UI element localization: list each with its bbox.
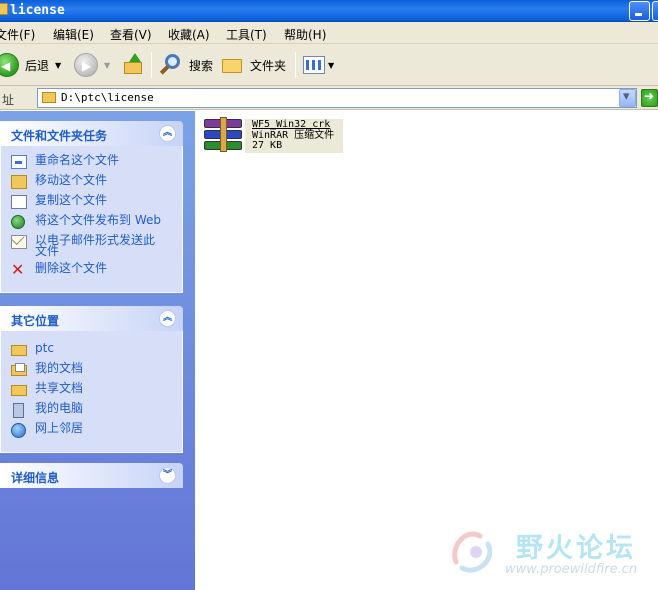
task-label: 将这个文件发布到 Web bbox=[35, 213, 161, 227]
details-panel: 详细信息 ︾ bbox=[0, 463, 183, 488]
toolbar-separator bbox=[151, 52, 152, 78]
web-publish-icon bbox=[11, 215, 25, 229]
expand-icon[interactable]: ︾ bbox=[159, 467, 176, 484]
place-my-computer[interactable]: 我的电脑 bbox=[1, 400, 182, 420]
task-label: 重命名这个文件 bbox=[35, 153, 120, 167]
menu-favorites[interactable]: 收藏(A) bbox=[168, 26, 210, 43]
file-item[interactable]: WF5_Win32_crk WinRAR 压缩文件 27 KB bbox=[202, 117, 343, 155]
panel-body: 重命名这个文件 移动这个文件 复制这个文件 将这个文件发布到 Web 以电子邮件… bbox=[0, 146, 183, 293]
search-label: 搜索 bbox=[189, 58, 214, 73]
minimize-button[interactable] bbox=[629, 1, 650, 21]
address-path: D:\ptc\license bbox=[61, 91, 154, 104]
menu-edit[interactable]: 编辑(E) bbox=[53, 26, 94, 43]
place-shared-documents[interactable]: 共享文档 bbox=[1, 380, 182, 400]
watermark: 野火论坛 www.proewildfire.cn bbox=[446, 520, 658, 586]
collapse-icon[interactable]: ︽ bbox=[159, 310, 176, 327]
rename-icon bbox=[11, 155, 27, 169]
panel-header[interactable]: 其它位置 ︽ bbox=[0, 306, 183, 331]
search-icon bbox=[159, 53, 183, 77]
panel-body: ptc 我的文档 共享文档 我的电脑 网上邻居 bbox=[0, 331, 183, 453]
file-name: WF5_Win32_crk bbox=[252, 119, 331, 130]
address-bar: 址 D:\ptc\license bbox=[0, 86, 658, 110]
task-publish-web[interactable]: 将这个文件发布到 Web bbox=[1, 212, 182, 232]
place-ptc[interactable]: ptc bbox=[1, 340, 182, 360]
file-list-view[interactable]: WF5_Win32_crk WinRAR 压缩文件 27 KB bbox=[195, 111, 658, 590]
task-rename[interactable]: 重命名这个文件 bbox=[1, 152, 182, 172]
panel-title: 详细信息 bbox=[11, 471, 60, 485]
address-label: 址 bbox=[2, 93, 15, 107]
up-folder-icon bbox=[123, 53, 145, 76]
toolbar: ◀ 后退 ▼ ▶ ▼ 搜索 文件夹 ▼ bbox=[0, 44, 658, 86]
my-documents-icon bbox=[11, 363, 27, 376]
folder-icon bbox=[11, 345, 27, 356]
menu-help[interactable]: 帮助(H) bbox=[284, 26, 326, 43]
task-copy[interactable]: 复制这个文件 bbox=[1, 192, 182, 212]
network-places-icon bbox=[11, 423, 26, 438]
views-icon bbox=[303, 56, 325, 74]
toolbar-separator bbox=[295, 52, 296, 78]
forward-button[interactable]: ▶ ▼ bbox=[74, 50, 110, 80]
folder-icon bbox=[42, 92, 56, 103]
chevron-down-icon[interactable]: ▼ bbox=[328, 61, 334, 70]
task-move[interactable]: 移动这个文件 bbox=[1, 172, 182, 192]
maximize-button[interactable] bbox=[652, 1, 658, 21]
move-icon bbox=[11, 175, 27, 189]
folders-label: 文件夹 bbox=[250, 58, 287, 73]
folder-icon bbox=[0, 3, 8, 15]
place-label: 网上邻居 bbox=[35, 421, 84, 435]
address-dropdown-button[interactable] bbox=[619, 89, 636, 107]
other-places-panel: 其它位置 ︽ ptc 我的文档 共享文档 我的电脑 网上邻居 bbox=[0, 306, 183, 453]
chevron-down-icon[interactable]: ▼ bbox=[55, 61, 61, 70]
back-label: 后退 bbox=[25, 58, 50, 73]
window-title: license bbox=[10, 3, 65, 18]
task-email[interactable]: 以电子邮件形式发送此文件 bbox=[1, 232, 182, 260]
file-info: WF5_Win32_crk WinRAR 压缩文件 27 KB bbox=[245, 119, 343, 153]
up-folder-button[interactable] bbox=[123, 50, 145, 80]
menu-view[interactable]: 查看(V) bbox=[110, 26, 152, 43]
search-button[interactable]: 搜索 bbox=[159, 50, 213, 80]
collapse-icon[interactable]: ︽ bbox=[159, 125, 176, 142]
watermark-url: www.proewildfire.cn bbox=[505, 562, 638, 577]
place-label: 共享文档 bbox=[35, 381, 84, 395]
panel-header[interactable]: 详细信息 ︾ bbox=[0, 463, 183, 488]
chevron-down-icon[interactable]: ▼ bbox=[104, 61, 110, 70]
views-button[interactable]: ▼ bbox=[303, 50, 334, 80]
task-pane: 文件和文件夹任务 ︽ 重命名这个文件 移动这个文件 复制这个文件 将这个文件发布… bbox=[0, 111, 195, 590]
watermark-name: 野火论坛 bbox=[516, 533, 636, 564]
copy-icon bbox=[11, 195, 27, 209]
file-tasks-panel: 文件和文件夹任务 ︽ 重命名这个文件 移动这个文件 复制这个文件 将这个文件发布… bbox=[0, 121, 183, 293]
my-computer-icon bbox=[13, 403, 24, 418]
folders-button[interactable]: 文件夹 bbox=[222, 50, 286, 80]
watermark-logo-icon bbox=[452, 531, 493, 573]
email-icon bbox=[11, 235, 27, 249]
menu-tools[interactable]: 工具(T) bbox=[226, 26, 267, 43]
place-network[interactable]: 网上邻居 bbox=[1, 420, 182, 440]
title-bar[interactable]: license bbox=[0, 0, 658, 22]
menu-bar: 文件(F) 编辑(E) 查看(V) 收藏(A) 工具(T) 帮助(H) bbox=[0, 22, 658, 44]
go-button[interactable] bbox=[641, 89, 658, 107]
file-size: 27 KB bbox=[252, 140, 283, 151]
folder-icon bbox=[222, 56, 244, 74]
shared-folder-icon bbox=[11, 385, 27, 396]
forward-arrow-icon: ▶ bbox=[74, 53, 98, 77]
delete-icon: ✕ bbox=[11, 260, 25, 279]
task-label: 删除这个文件 bbox=[35, 261, 108, 275]
panel-header[interactable]: 文件和文件夹任务 ︽ bbox=[0, 121, 183, 146]
menu-file[interactable]: 文件(F) bbox=[0, 26, 35, 43]
back-arrow-icon: ◀ bbox=[0, 53, 19, 77]
task-label: 复制这个文件 bbox=[35, 193, 108, 207]
back-button[interactable]: ◀ 后退 ▼ bbox=[0, 50, 61, 80]
task-delete[interactable]: ✕ 删除这个文件 bbox=[1, 260, 182, 280]
panel-title: 文件和文件夹任务 bbox=[11, 129, 108, 143]
place-my-documents[interactable]: 我的文档 bbox=[1, 360, 182, 380]
place-label: 我的文档 bbox=[35, 361, 84, 375]
place-label: 我的电脑 bbox=[35, 401, 84, 415]
place-label: ptc bbox=[35, 341, 54, 355]
task-label: 移动这个文件 bbox=[35, 173, 108, 187]
panel-title: 其它位置 bbox=[11, 314, 60, 328]
task-label: 以电子邮件形式发送此文件 bbox=[35, 233, 156, 258]
address-input[interactable]: D:\ptc\license bbox=[37, 88, 637, 108]
winrar-archive-icon bbox=[202, 117, 244, 153]
